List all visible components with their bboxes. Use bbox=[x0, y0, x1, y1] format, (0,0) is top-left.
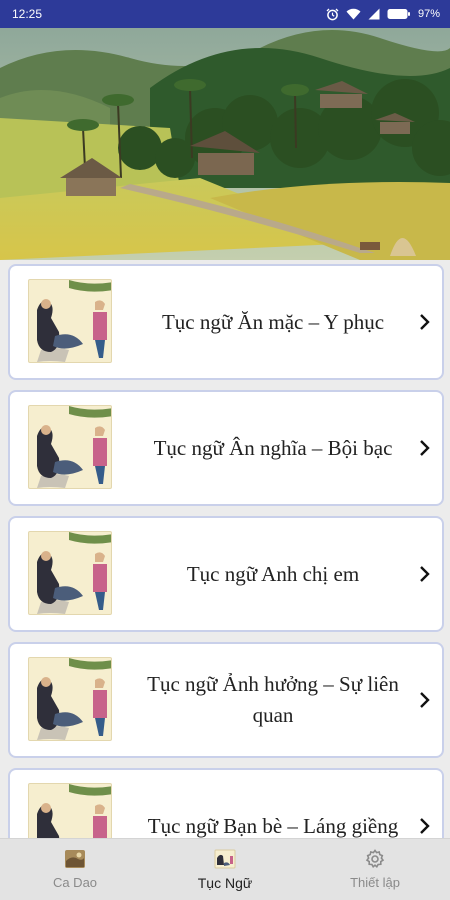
chevron-right-icon bbox=[418, 439, 432, 457]
old-woman-thumbnail bbox=[28, 531, 112, 615]
bottom-navigation: Ca Dao Tục Ngữ Thiết lập bbox=[0, 838, 450, 900]
old-woman-thumbnail bbox=[28, 279, 112, 363]
settings-gear-icon bbox=[364, 849, 386, 869]
tab-label-ca-dao: Ca Dao bbox=[52, 875, 98, 890]
chevron-right-icon bbox=[418, 565, 432, 583]
status-bar: 12:25 97% bbox=[0, 0, 450, 28]
old-woman-thumbnail bbox=[28, 783, 112, 838]
item-title: Tục ngữ Anh chị em bbox=[186, 561, 360, 586]
tab-thiet-lap[interactable]: Thiết lập bbox=[300, 839, 450, 900]
tab-label-tuc-ngu: Tục Ngữ bbox=[197, 874, 253, 891]
item-title: Tục ngữ Bạn bè – Láng giềng bbox=[147, 813, 399, 838]
chevron-right-icon bbox=[418, 817, 432, 835]
item-title: Tục ngữ Ảnh hưởng – Sự liên quan bbox=[147, 672, 399, 727]
status-icons: 97% bbox=[326, 8, 440, 21]
old-woman-thumbnail bbox=[28, 405, 112, 489]
list-item[interactable]: Tục ngữ Bạn bè – Láng giềng bbox=[8, 768, 444, 838]
battery-percent: 97% bbox=[417, 8, 440, 20]
tuc-ngu-icon bbox=[214, 849, 236, 869]
alarm-icon bbox=[326, 8, 339, 21]
chevron-right-icon bbox=[418, 313, 432, 331]
list-item[interactable]: Tục ngữ Ăn mặc – Y phục bbox=[8, 264, 444, 380]
ca-dao-icon bbox=[64, 849, 86, 869]
item-title: Tục ngữ Ân nghĩa – Bội bạc bbox=[153, 435, 393, 460]
wifi-icon bbox=[346, 8, 361, 20]
tab-tuc-ngu[interactable]: Tục Ngữ bbox=[150, 839, 300, 900]
category-list[interactable]: Tục ngữ Ăn mặc – Y phục Tục ngữ Ân nghĩa bbox=[0, 260, 450, 838]
battery-icon bbox=[387, 8, 411, 20]
list-item[interactable]: Tục ngữ Ảnh hưởng – Sự liên quan bbox=[8, 642, 444, 758]
app-screen: 12:25 97% Tục ngữ Ăn mặc – Y phục Tục ng… bbox=[0, 0, 450, 900]
header-banner-image bbox=[0, 28, 450, 260]
list-item[interactable]: Tục ngữ Anh chị em bbox=[8, 516, 444, 632]
old-woman-thumbnail bbox=[28, 657, 112, 741]
tab-ca-dao[interactable]: Ca Dao bbox=[0, 839, 150, 900]
tab-label-thiet-lap: Thiết lập bbox=[350, 875, 400, 890]
list-item[interactable]: Tục ngữ Ân nghĩa – Bội bạc bbox=[8, 390, 444, 506]
cell-signal-icon bbox=[368, 8, 380, 20]
item-title: Tục ngữ Ăn mặc – Y phục bbox=[161, 309, 385, 334]
status-time: 12:25 bbox=[12, 7, 43, 21]
chevron-right-icon bbox=[418, 691, 432, 709]
